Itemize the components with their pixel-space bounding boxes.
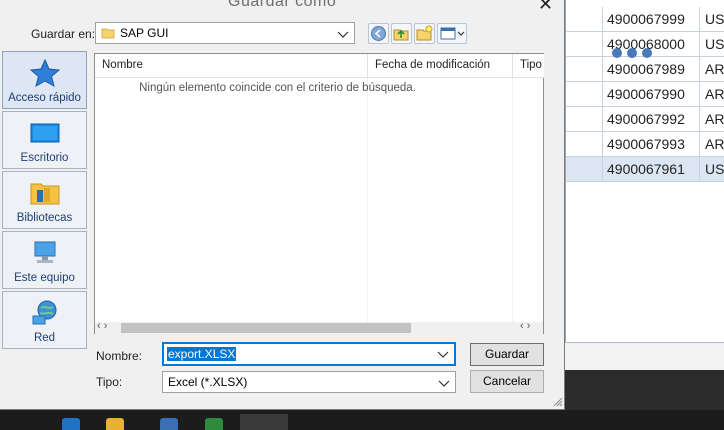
taskbar-edge-icon[interactable] [62, 418, 80, 430]
view-menu-button[interactable] [437, 23, 467, 44]
place-desktop[interactable]: Escritorio [2, 111, 87, 169]
star-icon [29, 58, 61, 88]
grid-cell-id: 4900067961 [603, 157, 700, 182]
loading-indicator [612, 47, 657, 61]
network-icon [29, 298, 61, 328]
new-folder-icon [415, 25, 434, 42]
grid-cell-code: AR [705, 111, 724, 127]
save-in-label: Guardar en: [31, 27, 96, 41]
filename-field[interactable]: export.XLSX [162, 342, 456, 366]
empty-list-message: Ningún elemento coincide con el criterio… [139, 82, 416, 94]
grid-cell-code: US [705, 161, 724, 177]
up-folder-icon [392, 25, 411, 42]
computer-icon [29, 238, 61, 268]
grid-cell-id: 4900067992 [603, 107, 700, 132]
chevron-down-icon [436, 347, 450, 361]
column-header-date[interactable]: Fecha de modificación [368, 54, 513, 78]
file-type-value: Excel (*.XLSX) [168, 375, 248, 389]
place-label: Red [33, 332, 56, 344]
up-folder-button[interactable] [391, 23, 412, 44]
grid-cell-code: US [705, 36, 724, 52]
chevron-down-icon [437, 376, 451, 390]
cancel-button[interactable]: Cancelar [470, 370, 544, 393]
scroll-left-icon[interactable]: ‹ › [97, 320, 107, 332]
place-libraries[interactable]: Bibliotecas [2, 171, 87, 229]
table-row[interactable]: 4900067993 AR [566, 132, 724, 157]
file-type-dropdown[interactable]: Excel (*.XLSX) [162, 371, 456, 393]
back-arrow-icon [369, 25, 388, 42]
grid-cell-code: AR [705, 136, 724, 152]
filename-value: export.XLSX [167, 347, 237, 361]
table-row[interactable]: 4900067992 AR [566, 107, 724, 132]
place-quick-access[interactable]: Acceso rápido [2, 51, 87, 109]
table-row[interactable]: 4900067961 US [566, 157, 724, 182]
libraries-icon [29, 178, 61, 208]
table-row[interactable]: 4900067999 US [566, 7, 724, 32]
new-folder-button[interactable] [414, 23, 435, 44]
grid-cell-code: AR [705, 86, 724, 102]
back-button[interactable] [368, 23, 389, 44]
background-status-bar [565, 342, 724, 370]
place-label: Este equipo [14, 272, 75, 284]
taskbar-active-app[interactable] [240, 414, 288, 430]
save-as-dialog: Guardar como ✕ Guardar en: SAP GUI Acces… [0, 0, 565, 410]
column-header-name[interactable]: Nombre [95, 54, 368, 78]
save-button[interactable]: Guardar [470, 343, 544, 366]
taskbar-app-icon[interactable] [160, 418, 178, 430]
taskbar [0, 410, 724, 430]
close-icon[interactable]: ✕ [538, 0, 553, 15]
desktop-icon [29, 118, 61, 148]
place-this-pc[interactable]: Este equipo [2, 231, 87, 289]
view-options-icon [438, 25, 466, 42]
background-panel [565, 370, 724, 410]
resize-grip-icon[interactable] [553, 396, 563, 407]
save-in-value: SAP GUI [120, 26, 169, 40]
place-label: Acceso rápido [8, 92, 81, 104]
dialog-title: Guardar como [228, 0, 337, 10]
save-in-dropdown[interactable]: SAP GUI [95, 22, 355, 44]
taskbar-excel-icon[interactable] [205, 418, 223, 430]
filename-label: Nombre: [96, 349, 143, 363]
grid-cell-id: 4900067993 [603, 132, 700, 157]
grid-cell-id: 4900067999 [603, 7, 700, 32]
column-header-type[interactable]: Tipo [513, 54, 544, 78]
grid-cell-id: 4900067990 [603, 82, 700, 107]
grid-cell-code: US [705, 11, 724, 27]
scrollbar-thumb[interactable] [121, 323, 411, 333]
scroll-right-icon[interactable]: ‹ › [520, 320, 530, 332]
file-list[interactable]: Nombre Fecha de modificación Tipo Ningún… [94, 53, 544, 334]
place-label: Escritorio [20, 152, 69, 164]
grid-cell-code: AR [705, 61, 724, 77]
chevron-down-icon [336, 27, 350, 41]
type-label: Tipo: [96, 375, 123, 389]
place-network[interactable]: Red [2, 291, 87, 349]
horizontal-scrollbar[interactable]: ‹ › ‹ › [95, 320, 543, 334]
table-row[interactable]: 4900067990 AR [566, 82, 724, 107]
taskbar-folder-icon[interactable] [106, 418, 124, 430]
folder-icon [101, 26, 115, 40]
place-label: Bibliotecas [16, 212, 73, 224]
